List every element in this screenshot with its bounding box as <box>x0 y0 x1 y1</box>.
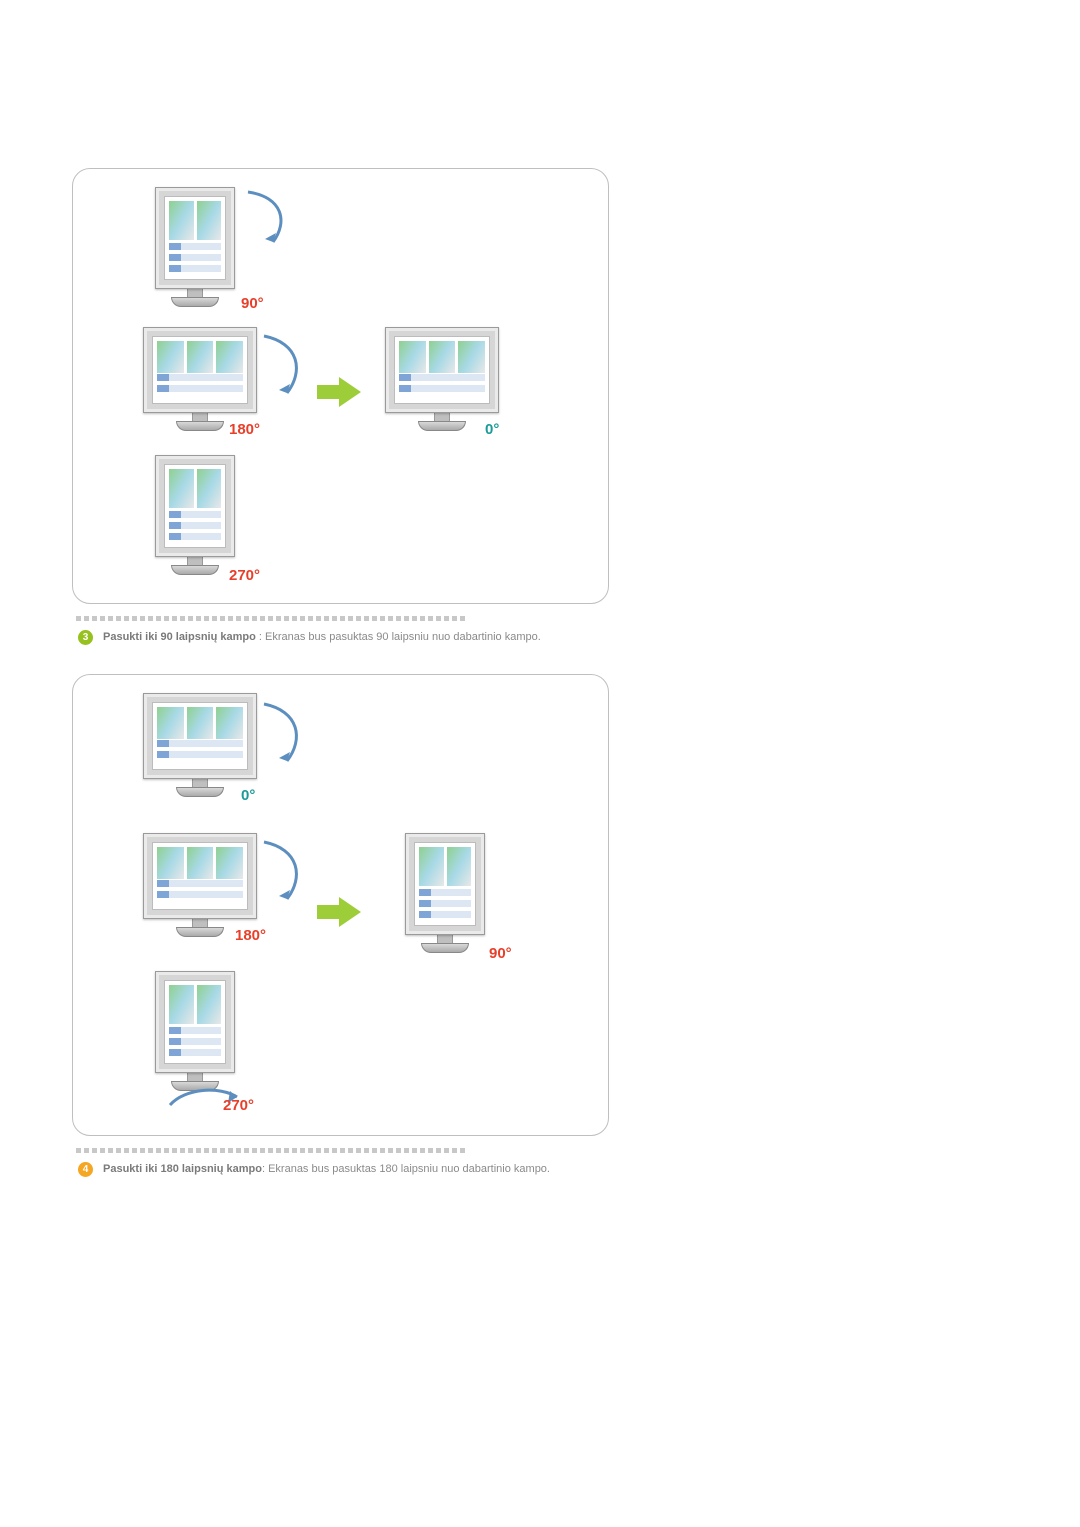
list-item-4: 4 Pasukti iki 180 laipsnių kampo: Ekrana… <box>72 1161 1008 1178</box>
arrow-90 <box>243 187 293 247</box>
divider-dots-2 <box>76 1148 1008 1153</box>
monitor-270b <box>155 971 235 1091</box>
item-3-title: Pasukti iki 90 laipsnių kampo <box>103 631 256 643</box>
diagram-rotate-180: 0° 180° 270° <box>72 674 609 1136</box>
item-4-title: Pasukti iki 180 laipsnių kampo <box>103 1163 262 1175</box>
label-0: 0° <box>485 421 499 438</box>
label-90: 90° <box>241 295 264 312</box>
label-90b: 90° <box>489 945 512 962</box>
arrow-0 <box>259 699 309 769</box>
label-180b: 180° <box>235 927 266 944</box>
monitor-180 <box>143 327 257 431</box>
monitor-0 <box>143 693 257 797</box>
label-270b: 270° <box>223 1097 254 1114</box>
arrow-180b <box>259 837 309 907</box>
item-3-desc: Ekranas bus pasuktas 90 laipsniu nuo dab… <box>265 631 541 643</box>
monitor-90 <box>155 187 235 307</box>
result-arrow-icon-2 <box>317 897 361 927</box>
badge-4-icon: 4 <box>78 1162 93 1177</box>
label-180: 180° <box>229 421 260 438</box>
item-3-text: Pasukti iki 90 laipsnių kampo : Ekranas … <box>103 629 541 646</box>
list-item-3: 3 Pasukti iki 90 laipsnių kampo : Ekrana… <box>72 629 1008 646</box>
arrow-180 <box>259 331 309 401</box>
divider-dots <box>76 616 1008 621</box>
monitor-270 <box>155 455 235 575</box>
item-4-desc: Ekranas bus pasuktas 180 laipsniu nuo da… <box>268 1163 550 1175</box>
label-270: 270° <box>229 567 260 584</box>
label-0b: 0° <box>241 787 255 804</box>
item-4-text: Pasukti iki 180 laipsnių kampo: Ekranas … <box>103 1161 550 1178</box>
monitor-result-90 <box>405 833 485 953</box>
diagram-rotate-90: 90° 180° 270° <box>72 168 609 604</box>
badge-3-icon: 3 <box>78 630 93 645</box>
monitor-result-0 <box>385 327 499 431</box>
result-arrow-icon <box>317 377 361 407</box>
monitor-180b <box>143 833 257 937</box>
